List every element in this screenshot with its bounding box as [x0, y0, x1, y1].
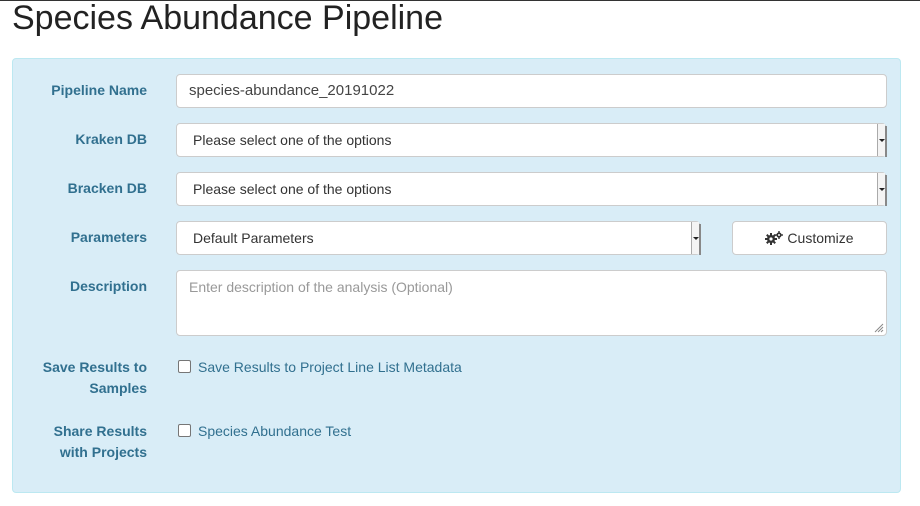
parameters-select[interactable]: Default Parameters: [176, 221, 701, 255]
save-results-label-line2: Samples: [89, 380, 147, 396]
kraken-db-label: Kraken DB: [75, 131, 147, 147]
chevron-down-icon: [877, 173, 885, 205]
customize-button-label: Customize: [787, 230, 854, 246]
customize-button[interactable]: Customize: [732, 221, 887, 255]
save-results-checkbox[interactable]: [178, 360, 191, 373]
chevron-down-icon: [877, 124, 885, 156]
save-results-option[interactable]: Save Results to Project Line List Metada…: [178, 357, 878, 379]
share-results-label-line2: with Projects: [59, 444, 147, 460]
select-edge: [699, 224, 701, 255]
pipeline-name-input[interactable]: species-abundance_20191022: [176, 74, 887, 108]
select-edge: [885, 126, 887, 157]
description-textarea[interactable]: Enter description of the analysis (Optio…: [176, 270, 887, 336]
kraken-db-selected-value: Please select one of the options: [193, 132, 392, 148]
pipeline-name-label: Pipeline Name: [51, 82, 147, 98]
parameters-selected-value: Default Parameters: [193, 230, 314, 246]
bracken-db-label: Bracken DB: [67, 180, 147, 196]
chevron-down-icon: [691, 222, 699, 254]
description-label: Description: [69, 278, 147, 294]
share-results-checkbox[interactable]: [178, 424, 191, 437]
select-edge: [885, 175, 887, 206]
resize-grip-icon[interactable]: [874, 323, 884, 333]
share-results-option-label[interactable]: Species Abundance Test: [198, 421, 351, 441]
kraken-db-select[interactable]: Please select one of the options: [176, 123, 887, 157]
bracken-db-selected-value: Please select one of the options: [193, 181, 392, 197]
save-results-label-line1: Save Results to: [42, 359, 147, 375]
save-results-label: Save Results to Samples: [13, 357, 147, 399]
parameters-label: Parameters: [70, 229, 147, 245]
pipeline-form-panel: Pipeline Name species-abundance_20191022…: [12, 58, 901, 493]
share-results-label: Share Results with Projects: [13, 421, 147, 463]
page-title: Species Abundance Pipeline: [12, 0, 443, 37]
share-results-label-line1: Share Results: [53, 423, 147, 439]
bracken-db-select[interactable]: Please select one of the options: [176, 172, 887, 206]
description-placeholder: Enter description of the analysis (Optio…: [189, 279, 453, 295]
share-results-option[interactable]: Species Abundance Test: [178, 421, 878, 443]
gears-icon: [765, 231, 784, 245]
save-results-option-label[interactable]: Save Results to Project Line List Metada…: [198, 357, 462, 377]
